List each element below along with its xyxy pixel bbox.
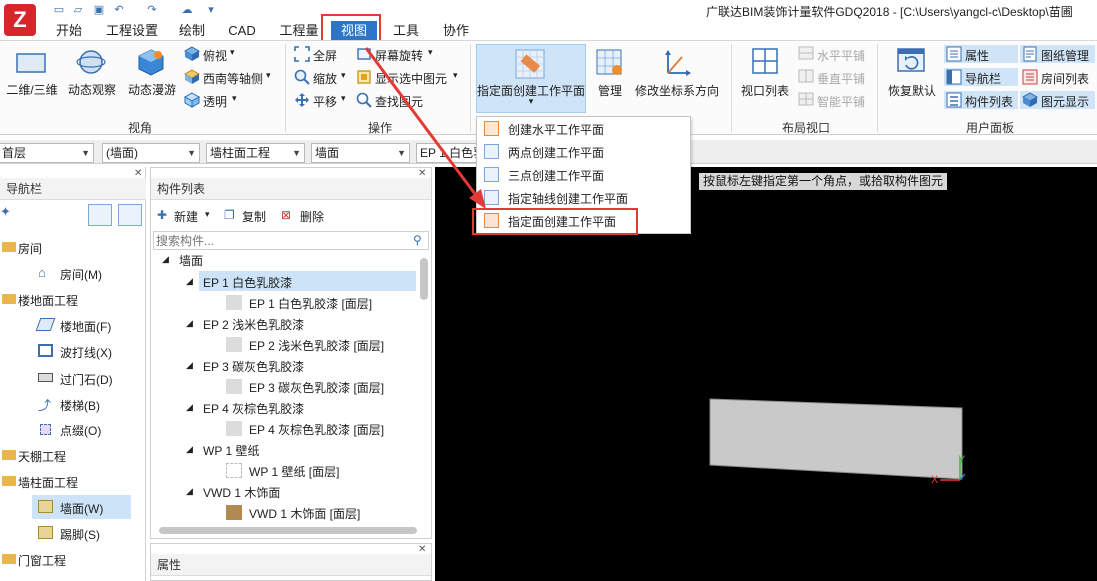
- annotation-arrow: [364, 47, 486, 209]
